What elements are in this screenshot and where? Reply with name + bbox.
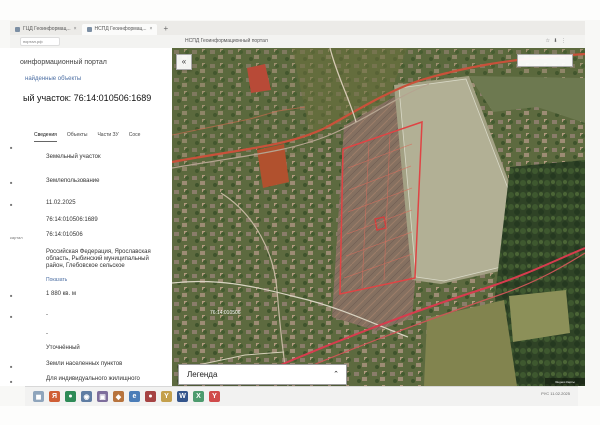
map-search-input[interactable] [517, 54, 573, 67]
excel-icon[interactable]: X [193, 391, 204, 402]
legend-label: Легенда [187, 370, 218, 379]
cadastral-number-value: 76:14:010506:1689 [46, 217, 98, 223]
scan-border-top [0, 0, 600, 20]
object-type-value: Земельный участок [46, 154, 101, 160]
land-category-value: Земли населенных пунктов [46, 361, 123, 367]
map-parcel-label: 76:14:010506 [210, 310, 241, 316]
status-value: Уточнённый [46, 345, 80, 351]
tab-details[interactable]: Сведения [34, 132, 57, 142]
browser-tab-label: НСПД Геоинформац... [94, 26, 147, 32]
row-marker: ■ [10, 202, 13, 207]
info-tabs: Сведения Объекты Части ЗУ Сосе [34, 132, 166, 142]
browser-tab-label: ГЦД Геоинформац... [23, 26, 71, 32]
satellite-map-canvas: 76:14:010506 [172, 48, 585, 386]
portal-title: оинформационный портал [20, 59, 107, 66]
new-tab-button[interactable]: + [157, 24, 174, 33]
yandex-browser-icon[interactable]: Y [161, 391, 172, 402]
cost-value: - [46, 312, 48, 318]
office-icon[interactable]: ◆ [113, 391, 124, 402]
chevron-up-icon[interactable]: ⌃ [333, 365, 339, 384]
legend-dropdown[interactable]: Легенда ⌃ [178, 364, 347, 385]
screenshot-page: ГЦД Геоинформац... × НСПД Геоинформац...… [0, 0, 600, 425]
site-favicon [15, 26, 20, 32]
show-more-link[interactable]: Показать [46, 277, 67, 284]
files-icon[interactable]: ▣ [97, 391, 108, 402]
rights-value: - [46, 331, 48, 337]
row-marker: ■ [10, 379, 13, 384]
cadastral-title: ый участок: 76:14:010506:1689 [23, 93, 152, 103]
globe-icon[interactable]: ◉ [81, 391, 92, 402]
land-kind-value: Землепользование [46, 178, 100, 184]
start-icon[interactable]: ◼ [33, 391, 44, 402]
tab-parts[interactable]: Части ЗУ [97, 132, 118, 142]
address-bar-row: портал.рф НСПД Геоинформационный портал … [10, 35, 585, 48]
collapse-panel-button[interactable]: « [176, 54, 192, 70]
satellite-map[interactable]: 76:14:010506 « Легенда ⌃ Яндекс.Карты [172, 48, 585, 386]
browser-tab-strip: ГЦД Геоинформац... × НСПД Геоинформац...… [10, 21, 585, 36]
row-marker: ■ [10, 314, 13, 319]
row-marker: ■ [10, 180, 13, 185]
found-objects-link[interactable]: найденные объекты [25, 76, 81, 82]
map-attribution: Яндекс.Карты [545, 378, 585, 386]
date-value: 11.02.2025 [46, 200, 76, 206]
browser-icon[interactable]: ● [65, 391, 76, 402]
page-title: НСПД Геоинформационный портал [185, 38, 268, 44]
url-input[interactable]: портал.рф [20, 37, 60, 46]
system-tray[interactable]: РУС 11.02.2025 [541, 391, 570, 396]
tab-objects[interactable]: Объекты [67, 132, 88, 142]
row-marker: ■ [10, 145, 13, 150]
edge-icon[interactable]: e [129, 391, 140, 402]
scan-border-bottom [0, 406, 600, 425]
yandex-icon[interactable]: Я [49, 391, 60, 402]
quarter-value: 76:14:010506 [46, 232, 83, 238]
permitted-use-value: Для индивидуального жилищного [46, 376, 140, 382]
media-icon[interactable]: ● [145, 391, 156, 402]
object-info-panel: оинформационный портал найденные объекты… [0, 48, 173, 386]
browser-tab-2[interactable]: НСПД Геоинформац... × [81, 23, 158, 35]
browser-tab-1[interactable]: ГЦД Геоинформац... × [10, 24, 82, 35]
close-tab-icon[interactable]: × [150, 26, 153, 32]
site-favicon [86, 26, 92, 32]
address-value: Российская Федерация, Ярославская област… [46, 249, 151, 269]
area-value: 1 880 кв. м [46, 291, 76, 297]
row-marker: ■ [10, 364, 13, 369]
word-icon[interactable]: W [177, 391, 188, 402]
windows-taskbar: ◼ Я ● ◉ ▣ ◆ e ● Y W X Y РУС 11.02.2025 [25, 386, 578, 406]
quarter-label: картал [10, 235, 23, 240]
yandex-disk-icon[interactable]: Y [209, 391, 220, 402]
close-tab-icon[interactable]: × [74, 26, 77, 32]
browser-toolbar-icons[interactable]: ☆ ⬇ ⋮ [546, 38, 567, 44]
row-marker: ■ [10, 293, 13, 298]
tab-neighbors[interactable]: Сосе [129, 132, 141, 142]
